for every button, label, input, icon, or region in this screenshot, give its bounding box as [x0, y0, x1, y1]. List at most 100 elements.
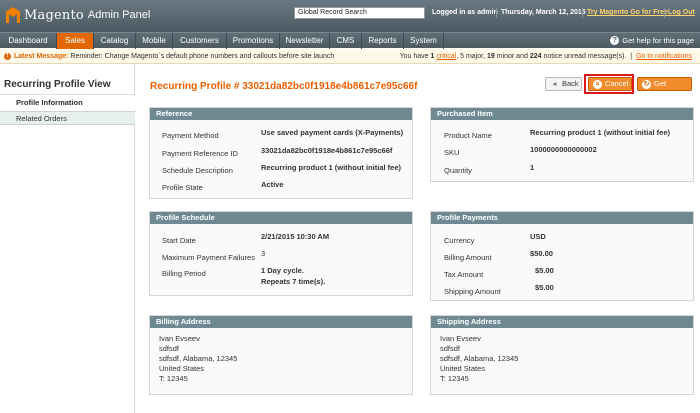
- payment-method-label: Payment Method: [162, 131, 219, 140]
- profile-state-value: Active: [261, 180, 284, 189]
- latest-message-text: Reminder: Change Magento`s default phone…: [70, 53, 335, 60]
- header-divider: [664, 8, 665, 18]
- currency-label: Currency: [444, 236, 475, 245]
- shipping-amount-label: Shipping Amount: [444, 287, 501, 296]
- notice-count: 224: [529, 53, 542, 60]
- profile-state-label: Profile State: [162, 183, 203, 192]
- shipping-street: sdfsdf: [440, 344, 461, 353]
- purchased-item-box: Purchased Item Product Name Recurring pr…: [430, 107, 694, 182]
- billing-address-heading: Billing Address: [150, 316, 412, 328]
- sku-value: 1000000000000002: [530, 145, 597, 154]
- quantity-label: Quantity: [444, 166, 472, 175]
- notice-label: notice unread message(s).: [543, 53, 627, 60]
- magento-logo[interactable]: Magento Admin Panel: [6, 7, 150, 23]
- logo-text: Magento: [24, 7, 84, 23]
- minor-label: minor and: [496, 53, 528, 60]
- max-failures-value: 3: [261, 249, 266, 258]
- tab-profile-information[interactable]: Profile Information: [0, 96, 135, 110]
- nav-promotions[interactable]: Promotions: [227, 33, 280, 49]
- nav-newsletter[interactable]: Newsletter: [280, 33, 330, 49]
- billing-period-label: Billing Period: [162, 269, 206, 278]
- profile-payments-box: Profile Payments Currency USD Billing Am…: [430, 211, 694, 301]
- max-failures-label: Maximum Payment Failures: [162, 253, 255, 262]
- billing-period-value: 1 Day cycle.: [261, 266, 304, 275]
- profile-payments-heading: Profile Payments: [431, 212, 693, 224]
- start-date-label: Start Date: [162, 236, 196, 245]
- shipping-address-text: Ivan Evseev sdfsdf sdfsdf, Alabama, 1234…: [440, 334, 518, 384]
- nav-dashboard[interactable]: Dashboard: [0, 33, 57, 49]
- billing-amount-value: $50.00: [530, 249, 553, 258]
- divider: [0, 94, 135, 95]
- update-label: Get Update: [654, 79, 679, 100]
- billing-city-region: sdfsdf, Alabama, 12345: [159, 354, 238, 363]
- nav-cms[interactable]: CMS: [330, 33, 362, 49]
- schedule-description-label: Schedule Description: [162, 166, 233, 175]
- message-summary: You have 1 critical, 5 major, 19 minor a…: [399, 53, 692, 60]
- help-text: Get help for this page: [622, 36, 694, 45]
- nav-system[interactable]: System: [404, 33, 444, 49]
- logout-link[interactable]: Log Out: [668, 9, 695, 16]
- major-count: 5 major,: [460, 53, 486, 60]
- shipping-address-box: Shipping Address Ivan Evseev sdfsdf sdfs…: [430, 315, 694, 395]
- billing-address-box: Billing Address Ivan Evseev sdfsdf sdfsd…: [149, 315, 413, 395]
- page-title: Recurring Profile # 33021da82bc0f1918e4b…: [150, 81, 418, 92]
- help-link[interactable]: ? Get help for this page: [610, 36, 694, 45]
- update-icon: ↻: [642, 80, 651, 89]
- critical-count: 1: [430, 53, 435, 60]
- logo-subtitle: Admin Panel: [87, 9, 151, 21]
- billing-country: United States: [159, 364, 205, 373]
- quantity-value: 1: [530, 163, 535, 172]
- payment-method-value: Use saved payment cards (X-Payments): [261, 128, 404, 137]
- shipping-amount-value: $5.00: [535, 283, 554, 292]
- profile-schedule-box: Profile Schedule Start Date 2/21/2015 10…: [149, 211, 413, 296]
- payment-reference-value: 33021da82bc0f1918e4b861c7e95c66f: [261, 146, 393, 155]
- shipping-phone: T: 12345: [440, 374, 469, 383]
- shipping-city-region: sdfsdf, Alabama, 12345: [440, 354, 519, 363]
- shipping-address-heading: Shipping Address: [431, 316, 693, 328]
- back-arrow-icon: ◂: [552, 81, 557, 88]
- billing-period-repeats: Repeats 7 time(s).: [261, 277, 326, 286]
- magento-logo-icon: [6, 7, 20, 23]
- product-name-label: Product Name: [444, 131, 492, 140]
- sku-label: SKU: [444, 148, 460, 157]
- header-divider: [582, 8, 583, 18]
- global-search-input[interactable]: Global Record Search: [294, 7, 425, 19]
- minor-count: 19: [486, 53, 495, 60]
- sidebar-title: Recurring Profile View: [4, 79, 111, 90]
- payment-reference-label: Payment Reference ID: [162, 149, 238, 158]
- billing-phone: T: 12345: [159, 374, 188, 383]
- billing-street: sdfsdf: [159, 344, 180, 353]
- critical-link[interactable]: critical: [436, 53, 456, 60]
- shipping-name: Ivan Evseev: [440, 334, 481, 343]
- purchased-item-heading: Purchased Item: [431, 108, 693, 120]
- header-divider: [496, 8, 497, 18]
- cancel-highlight-box: [584, 74, 634, 94]
- main-nav: Dashboard Sales Catalog Mobile Customers…: [0, 32, 700, 49]
- nav-mobile[interactable]: Mobile: [136, 33, 173, 49]
- nav-sales[interactable]: Sales: [57, 33, 94, 49]
- summary-prefix: You have: [399, 53, 429, 60]
- magento-go-link[interactable]: Try Magento Go for Free: [587, 9, 668, 16]
- nav-catalog[interactable]: Catalog: [94, 33, 136, 49]
- go-to-notifications-link[interactable]: Go to notifications: [636, 53, 692, 60]
- billing-address-text: Ivan Evseev sdfsdf sdfsdf, Alabama, 1234…: [159, 334, 237, 384]
- tax-amount-label: Tax Amount: [444, 270, 484, 279]
- back-label: Back: [562, 79, 579, 88]
- tab-related-orders[interactable]: Related Orders: [0, 111, 135, 125]
- currency-value: USD: [530, 232, 546, 241]
- warning-icon: !: [4, 53, 11, 60]
- sidebar: Recurring Profile View Profile Informati…: [0, 64, 135, 413]
- shipping-country: United States: [440, 364, 486, 373]
- back-button[interactable]: ◂ Back: [545, 77, 582, 91]
- get-update-button[interactable]: ↻ Get Update: [637, 77, 692, 100]
- logged-in-text: Logged in as admin: [432, 9, 498, 16]
- billing-name: Ivan Evseev: [159, 334, 200, 343]
- admin-header: Magento Admin Panel Global Record Search…: [0, 0, 700, 32]
- latest-message: Latest Message: Reminder: Change Magento…: [14, 49, 334, 64]
- nav-reports[interactable]: Reports: [362, 33, 404, 49]
- help-icon: ?: [610, 36, 620, 45]
- billing-amount-label: Billing Amount: [444, 253, 492, 262]
- start-date-value: 2/21/2015 10:30 AM: [261, 232, 330, 241]
- nav-customers[interactable]: Customers: [173, 33, 227, 49]
- schedule-description-value: Recurring product 1 (without initial fee…: [261, 163, 402, 172]
